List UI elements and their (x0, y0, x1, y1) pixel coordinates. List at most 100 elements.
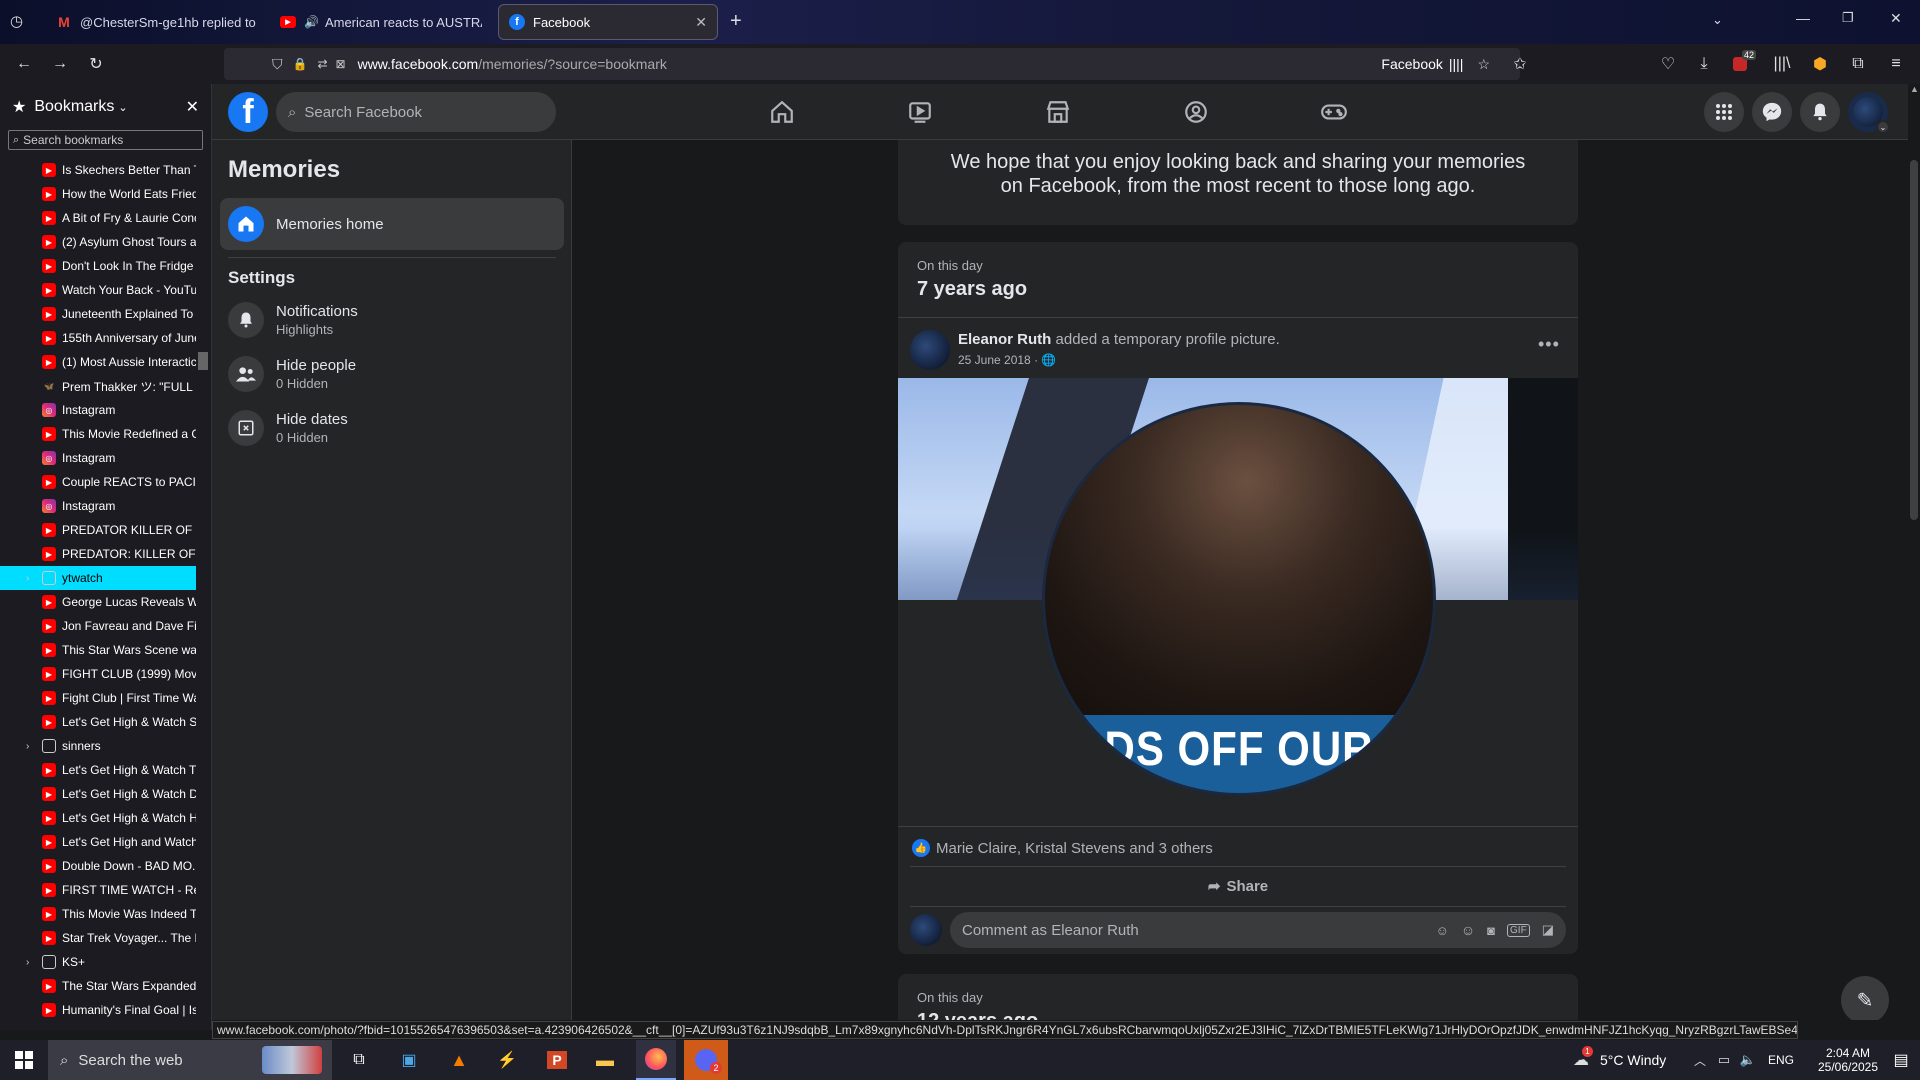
memories-home-item[interactable]: Memories home (220, 198, 564, 250)
history-icon[interactable]: ◷ (10, 12, 30, 32)
chevron-right-icon[interactable]: › (26, 573, 29, 584)
hide-people-setting[interactable]: Hide people 0 Hidden (220, 348, 564, 400)
gif-icon[interactable]: GIF (1507, 923, 1530, 937)
facebook-logo[interactable]: f (228, 92, 268, 132)
marketplace-icon[interactable] (1044, 98, 1072, 126)
home-icon[interactable] (768, 98, 796, 126)
bookmark-item[interactable]: ▶ PREDATOR KILLER OF KIL (0, 518, 196, 542)
volume-icon[interactable]: 🔈 (1738, 1040, 1758, 1080)
reactions-summary[interactable]: 👍 Marie Claire, Kristal Stevens and 3 ot… (912, 839, 1213, 857)
hide-dates-setting[interactable]: Hide dates 0 Hidden (220, 402, 564, 454)
bookmark-item[interactable]: ▶ Star Trek Voyager... The D (0, 926, 196, 950)
page-scrollbar[interactable]: ▲ (1908, 84, 1920, 1030)
close-tab-icon[interactable]: ✕ (256, 14, 258, 31)
profile-picture[interactable]: DS OFF OUR (1042, 402, 1436, 796)
new-tab-button[interactable]: + (730, 10, 742, 33)
bookmark-item[interactable]: ▶ FIGHT CLUB (1999) Movie (0, 662, 196, 686)
author-name[interactable]: Eleanor Ruth (958, 331, 1051, 348)
windows-start-icon[interactable] (8, 1040, 40, 1080)
minimize-button[interactable]: — (1796, 10, 1810, 26)
bookmark-item[interactable]: ▶ Juneteenth Explained To . (0, 302, 196, 326)
bookmark-item[interactable]: ▶ How the World Eats Fried (0, 182, 196, 206)
bookmark-item[interactable]: ▶ FIRST TIME WATCH - Ree (0, 878, 196, 902)
weather-icon[interactable]: ☁ 1 (1568, 1040, 1594, 1080)
taskbar-search-input[interactable]: ⌕ Search the web (48, 1040, 332, 1080)
gaming-icon[interactable] (1320, 98, 1348, 126)
close-sidebar-icon[interactable]: ✕ (186, 97, 199, 117)
sidebar-title[interactable]: Bookmarks (34, 98, 114, 116)
bookmark-item[interactable]: ▶ Let's Get High & Watch T (0, 758, 196, 782)
bookmark-item[interactable]: ▶ This Movie Redefined a G (0, 422, 196, 446)
downloads-icon[interactable]: ⤓ (1688, 48, 1720, 80)
restore-button[interactable]: ❐ (1842, 10, 1854, 26)
clock[interactable]: 2:04 AM 25/06/2025 (1808, 1040, 1888, 1080)
star-icon[interactable]: ☆ (1477, 56, 1490, 73)
reading-list-icon[interactable]: ✩ (1504, 48, 1536, 80)
menu-grid-icon[interactable] (1704, 92, 1744, 132)
camera-blocked-icon[interactable]: ⊠ (336, 57, 346, 71)
sticker-icon[interactable]: ◪ (1542, 922, 1554, 938)
menu-icon[interactable]: ≡ (1880, 48, 1912, 80)
bookmark-item[interactable]: ▶ George Lucas Reveals Wh (0, 590, 196, 614)
new-message-button[interactable]: ✎ (1841, 976, 1889, 1020)
reload-button[interactable]: ↻ (80, 48, 112, 80)
notifications-bell-icon[interactable] (1800, 92, 1840, 132)
extensions-puzzle-icon[interactable]: ⧉ (1842, 48, 1874, 80)
bookmark-item[interactable]: ▶ PREDATOR: KILLER OF KIL (0, 542, 196, 566)
comment-input[interactable]: Comment as Eleanor Ruth ☺ ☺ ◙ GIF ◪ (950, 912, 1566, 948)
back-button[interactable]: ← (8, 48, 40, 80)
file-explorer-icon[interactable]: ▬ (590, 1040, 620, 1080)
tab-facebook[interactable]: f Facebook ✕ (498, 4, 718, 40)
bookmark-item[interactable]: ▶ (1) Most Aussie Interactic (0, 350, 196, 374)
chevron-down-icon[interactable]: ⌄ (118, 101, 127, 114)
container-icon[interactable]: |||| (1449, 56, 1464, 72)
url-bar[interactable]: ⛉ 🔒 ⇄ ⊠ www.facebook.com/memories/?sourc… (224, 48, 1520, 80)
bookmarks-search-input[interactable]: ⌕ Search bookmarks (8, 130, 203, 150)
bookmark-item[interactable]: ▶ Let's Get High and Watch (0, 830, 196, 854)
notifications-setting[interactable]: Notifications Highlights (220, 294, 564, 346)
vlc-icon[interactable]: ▲ (444, 1040, 474, 1080)
bookmark-item[interactable]: ▶ Let's Get High & Watch S (0, 710, 196, 734)
bookmark-item[interactable]: ▶ The Star Wars Expanded . (0, 974, 196, 998)
close-window-button[interactable]: ✕ (1890, 10, 1902, 27)
groups-icon[interactable] (1182, 98, 1210, 126)
bookmark-item[interactable]: ▶ Jon Favreau and Dave Fil (0, 614, 196, 638)
bookmark-item[interactable]: 🦋 Prem Thakker ツ: "FULL c (0, 374, 196, 398)
bookmark-folder[interactable]: › ytwatch (0, 566, 196, 590)
camera-icon[interactable]: ◙ (1487, 923, 1495, 938)
more-options-icon[interactable]: ••• (1538, 334, 1560, 355)
pocket-icon[interactable]: ♡ (1652, 48, 1684, 80)
extension-icon[interactable]: 42 (1724, 48, 1757, 80)
network-icon[interactable]: ▭ (1714, 1040, 1734, 1080)
bookmark-item[interactable]: ▶ (2) Asylum Ghost Tours at (0, 230, 196, 254)
share-button[interactable]: ➦ Share (910, 868, 1566, 904)
bookmark-item[interactable]: ◎ Instagram (0, 398, 196, 422)
video-icon[interactable] (906, 98, 934, 126)
notification-center-icon[interactable]: ▤ (1886, 1040, 1916, 1080)
powerpoint-icon[interactable]: P (542, 1040, 572, 1080)
control-panel-icon[interactable]: ▣ (394, 1040, 424, 1080)
bookmark-item[interactable]: ▶ Watch Your Back - YouTu (0, 278, 196, 302)
chevron-right-icon[interactable]: › (26, 741, 29, 752)
bookmark-item[interactable]: ▶ Double Down - BAD MO. (0, 854, 196, 878)
list-tabs-icon[interactable]: ⌄ (1712, 12, 1723, 28)
profile-avatar[interactable]: ⌄ (1848, 92, 1890, 134)
language-indicator[interactable]: ENG (1764, 1040, 1798, 1080)
forward-button[interactable]: → (44, 48, 76, 80)
tab-youtube[interactable]: ▶ 🔊 American reacts to AUSTRA ✕ (270, 4, 482, 40)
shield-icon[interactable]: ⛉ (272, 56, 283, 73)
bookmark-item[interactable]: ▶ Let's Get High & Watch H (0, 806, 196, 830)
commenter-avatar[interactable] (910, 914, 942, 946)
library-icon[interactable]: |||\ (1766, 48, 1798, 80)
bookmark-item[interactable]: ▶ Couple REACTS to PACIFI (0, 470, 196, 494)
chevron-right-icon[interactable]: › (26, 957, 29, 968)
close-tab-icon[interactable]: ✕ (689, 14, 707, 31)
task-view-icon[interactable]: ⧉ (344, 1040, 374, 1080)
discord-taskbar-icon[interactable]: 2 (684, 1040, 728, 1080)
facebook-container-label[interactable]: Facebook (1381, 56, 1442, 72)
bookmark-item[interactable]: ▶ 155th Anniversary of June (0, 326, 196, 350)
weather-text[interactable]: 5°C Windy (1600, 1040, 1680, 1080)
vpn-shield-icon[interactable]: ⬢ (1804, 48, 1836, 80)
bookmark-item[interactable]: ▶ Humanity's Final Goal | Is (0, 998, 196, 1022)
facebook-search-input[interactable]: ⌕ Search Facebook (276, 92, 556, 132)
